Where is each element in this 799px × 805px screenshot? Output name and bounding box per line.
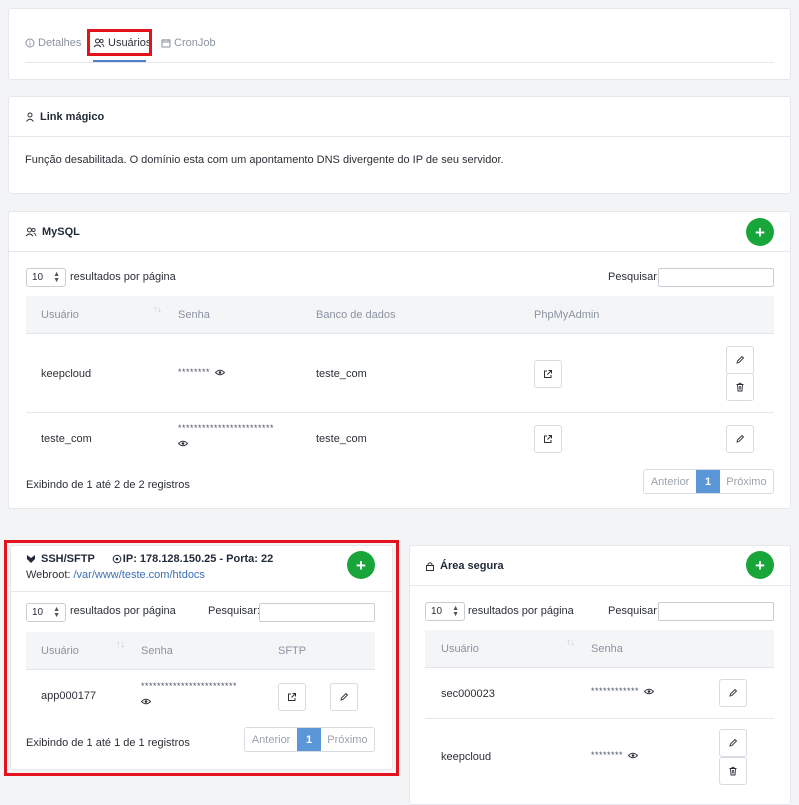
secure-row1-user: sec000023 [441, 688, 495, 700]
mysql-per-page-label: resultados por página [70, 271, 176, 283]
user-icon [25, 112, 35, 122]
mysql-add-button[interactable]: + [746, 218, 774, 246]
eye-icon[interactable] [177, 439, 308, 449]
magic-link-title: Link mágico [25, 111, 104, 123]
mysql-card [8, 211, 791, 509]
magic-link-title-text: Link mágico [40, 111, 105, 123]
sort-icon[interactable]: ↑↓ [153, 304, 162, 314]
secure-row2-password: ******** [591, 750, 639, 761]
secure-page-length-select[interactable]: 10 ▲ ▼ [425, 602, 465, 621]
secure-col-senha: Senha [591, 643, 623, 655]
users-icon [25, 227, 37, 237]
secure-page-length-value: 10 [431, 606, 443, 617]
calendar-icon [161, 38, 171, 48]
mysql-table-header [26, 296, 774, 334]
secure-row-divider [425, 718, 774, 719]
eye-icon[interactable] [643, 687, 655, 697]
secure-col-usuario[interactable]: Usuário [441, 643, 479, 655]
highlight-box-ssh-card [4, 540, 399, 776]
mysql-row1-database: teste_com [316, 368, 367, 380]
mysql-page-length-select[interactable]: 10 ▲ ▼ [26, 268, 66, 287]
mysql-row1-password: ******** [178, 367, 226, 378]
eye-icon[interactable] [627, 751, 639, 761]
secure-row2-edit-button[interactable] [719, 729, 747, 757]
mysql-pager-next[interactable]: Próximo [719, 470, 773, 493]
tab-cronjob-label: CronJob [174, 37, 216, 49]
pencil-icon [728, 738, 738, 748]
secure-row2-user: keepcloud [441, 751, 492, 763]
mysql-row2-phpmyadmin-button[interactable] [534, 425, 562, 453]
mysql-title: MySQL [25, 226, 80, 238]
plus-icon: + [755, 222, 765, 242]
updown-icon: ▲ ▼ [53, 270, 60, 284]
secure-row1-edit-button[interactable] [719, 679, 747, 707]
mysql-page-length-value: 10 [32, 272, 44, 283]
tab-detalhes-label: Detalhes [38, 37, 82, 49]
mysql-col-phpmyadmin: PhpMyAdmin [534, 309, 600, 321]
mysql-search-label: Pesquisar: [608, 271, 660, 283]
secure-row2-password-mask: ******** [591, 750, 624, 760]
mysql-table-info: Exibindo de 1 até 2 de 2 registros [26, 479, 190, 491]
secure-row1-password-mask: ************ [591, 686, 640, 696]
trash-icon [735, 382, 745, 392]
mysql-row1-password-mask: ******** [178, 367, 211, 377]
mysql-col-usuario[interactable]: Usuário [41, 309, 79, 321]
tabs-divider [25, 62, 774, 63]
secure-search-label: Pesquisar: [608, 605, 660, 617]
mysql-title-text: MySQL [42, 226, 80, 238]
tab-cronjob[interactable]: CronJob [161, 37, 216, 49]
pencil-icon [728, 688, 738, 698]
mysql-row2-password-mask: ************************ [178, 423, 275, 433]
info-icon [25, 38, 35, 48]
secure-row2-delete-button[interactable] [719, 757, 747, 785]
secure-area-title-text: Área segura [440, 560, 504, 572]
secure-area-title: Área segura [425, 560, 504, 572]
mysql-row2-password: ************************ [177, 423, 308, 449]
mysql-row2-user: teste_com [41, 433, 92, 445]
pencil-icon [735, 355, 745, 365]
magic-link-message: Função desabilitada. O domínio esta com … [25, 154, 504, 166]
mysql-search-input[interactable] [658, 268, 774, 287]
mysql-pager-page-1[interactable]: 1 [696, 470, 720, 493]
eye-icon[interactable] [214, 368, 226, 378]
mysql-pager-prev[interactable]: Anterior [644, 470, 697, 493]
external-link-icon [543, 434, 553, 444]
mysql-col-banco: Banco de dados [316, 309, 396, 321]
plus-icon: + [755, 555, 765, 575]
mysql-row2-edit-button[interactable] [726, 425, 754, 453]
updown-icon: ▲ ▼ [452, 604, 459, 618]
external-link-icon [543, 369, 553, 379]
mysql-row1-edit-button[interactable] [726, 346, 754, 374]
secure-row1-password: ************ [591, 686, 655, 697]
mysql-row1-delete-button[interactable] [726, 373, 754, 401]
mysql-row-divider [26, 412, 774, 413]
mysql-row1-user: keepcloud [41, 368, 92, 380]
mysql-pagination: Anterior 1 Próximo [643, 469, 774, 494]
lock-icon [425, 561, 435, 571]
highlight-box-usuarios-tab [87, 29, 152, 56]
mysql-row1-phpmyadmin-button[interactable] [534, 360, 562, 388]
mysql-row2-database: teste_com [316, 433, 367, 445]
trash-icon [728, 766, 738, 776]
tab-detalhes[interactable]: Detalhes [25, 37, 81, 49]
secure-per-page-label: resultados por página [468, 605, 574, 617]
secure-add-button[interactable]: + [746, 551, 774, 579]
mysql-col-senha: Senha [178, 309, 210, 321]
magic-link-card [8, 96, 791, 194]
secure-search-input[interactable] [658, 602, 774, 621]
sort-icon[interactable]: ↑↓ [566, 637, 575, 647]
pencil-icon [735, 434, 745, 444]
